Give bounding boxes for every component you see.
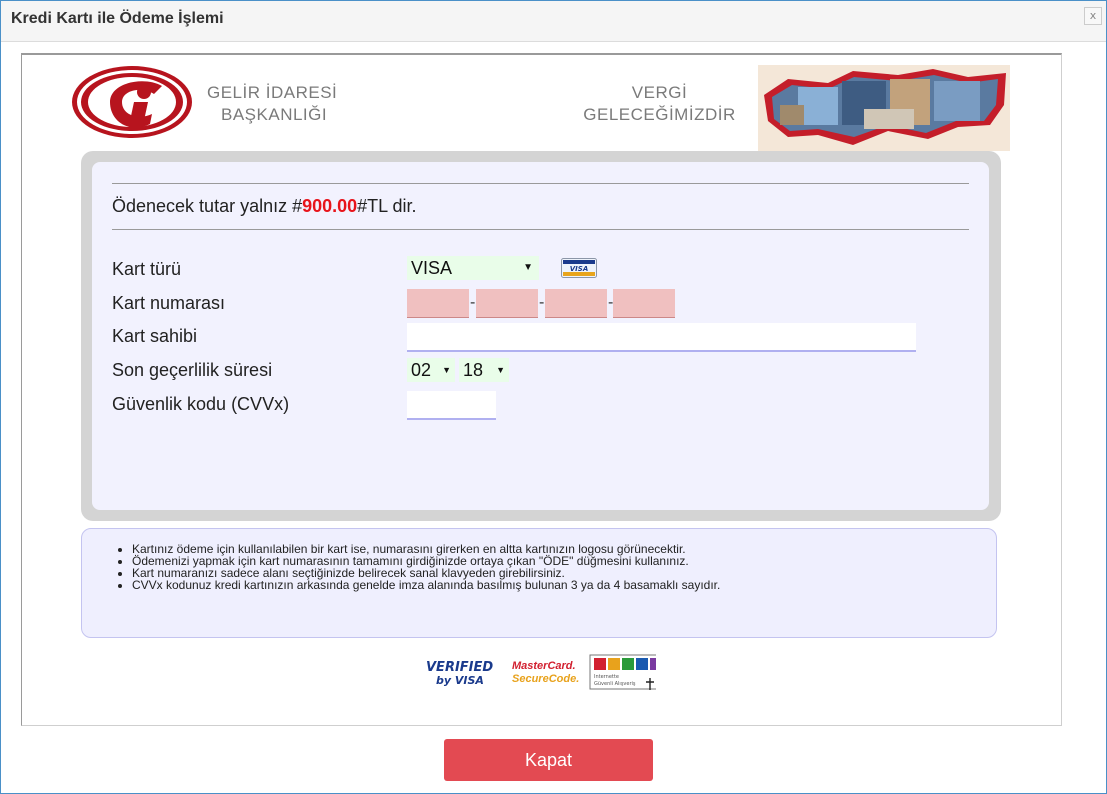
dash: - <box>470 294 476 311</box>
card-type-value: VISA <box>411 258 453 278</box>
org-line-1: GELİR İDARESİ <box>207 83 338 102</box>
mastercard-securecode-logo: MasterCard. SecureCode. <box>512 660 579 685</box>
close-icon[interactable]: x <box>1084 7 1102 25</box>
cvv-label: Güvenlik kodu (CVVx) <box>112 394 290 414</box>
card-holder-label: Kart sahibi <box>112 326 198 346</box>
card-holder-input[interactable] <box>407 323 916 352</box>
motto-line-1: VERGİ <box>631 83 688 102</box>
motto-text: VERGİ GELECEĞİMİZDİR <box>567 82 752 126</box>
mc-line-2: SecureCode. <box>512 673 579 685</box>
info-item: CVVx kodunuz kredi kartınızın arkasında … <box>132 579 720 591</box>
visa-card-icon: VISA <box>561 258 597 278</box>
cvv-input[interactable] <box>407 391 496 420</box>
expiry-month-value: 02 <box>411 360 432 380</box>
dash: - <box>539 294 545 311</box>
org-line-2: BAŞKANLIĞI <box>221 105 328 124</box>
verified-line-1: VERIFIED <box>426 660 493 675</box>
chevron-down-icon: ▼ <box>523 262 533 273</box>
card-number-field-2[interactable] <box>476 289 538 318</box>
payment-frame: GELİR İDARESİ BAŞKANLIĞI VERGİ GELECEĞİM… <box>21 53 1062 726</box>
card-number-label: Kart numarası <box>112 293 226 313</box>
divider <box>112 183 969 184</box>
expiry-year-value: 18 <box>463 360 484 380</box>
card-number-field-4[interactable] <box>613 289 675 318</box>
expiry-label: Son geçerlilik süresi <box>112 360 273 380</box>
mc-line-1: MasterCard. <box>512 660 576 672</box>
organization-name: GELİR İDARESİ BAŞKANLIĞI <box>207 82 337 126</box>
expiry-year-select[interactable]: 18 ▼ <box>459 358 509 382</box>
verified-by-visa-logo: VERIFIED by VISA <box>426 660 493 687</box>
info-box: Kartınız ödeme için kullanılabilen bir k… <box>81 528 997 638</box>
chevron-down-icon: ▼ <box>442 365 451 375</box>
card-form-container: Ödenecek tutar yalnız #900.00#TL dir. Ka… <box>81 151 1001 521</box>
amount-suffix: #TL dir. <box>357 196 417 216</box>
chevron-down-icon: ▼ <box>496 365 505 375</box>
igs-line-1: Internette <box>594 674 619 680</box>
card-number-field-3[interactable] <box>545 289 607 318</box>
visa-badge-text: VISA <box>570 265 588 273</box>
dialog-title: Kredi Kartı ile Ödeme İşlemi <box>11 10 224 27</box>
motto-line-2: GELECEĞİMİZDİR <box>583 105 736 124</box>
gib-logo-icon <box>72 66 192 138</box>
dialog-titlebar: Kredi Kartı ile Ödeme İşlemi x <box>1 1 1106 42</box>
amount-text: Ödenecek tutar yalnız #900.00#TL dir. <box>112 196 417 217</box>
internette-guvenli-alisveris-logo: Internette Güvenli Alışveriş <box>589 654 656 690</box>
expiry-month-select[interactable]: 02 ▼ <box>407 358 455 382</box>
card-type-select[interactable]: VISA ▼ <box>407 256 539 280</box>
close-button[interactable]: Kapat <box>444 739 653 781</box>
info-list: Kartınız ödeme için kullanılabilen bir k… <box>132 543 720 591</box>
amount-value: 900.00 <box>302 196 358 216</box>
card-type-label: Kart türü <box>112 259 182 279</box>
payment-dialog: Kredi Kartı ile Ödeme İşlemi x GELİR İDA… <box>0 0 1107 794</box>
divider <box>112 229 969 230</box>
verified-line-2: by VISA <box>436 674 484 687</box>
security-badges: VERIFIED by VISA MasterCard. SecureCode.… <box>426 654 656 690</box>
turkey-map-image <box>758 65 1010 151</box>
card-number-field-1[interactable] <box>407 289 469 318</box>
amount-prefix: Ödenecek tutar yalnız # <box>112 196 303 216</box>
igs-line-2: Güvenli Alışveriş <box>594 681 636 687</box>
card-form: Ödenecek tutar yalnız #900.00#TL dir. Ka… <box>92 162 989 510</box>
